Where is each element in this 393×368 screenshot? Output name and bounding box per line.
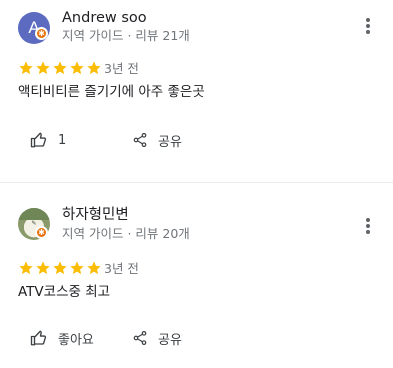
star-icon bbox=[36, 61, 50, 75]
like-button[interactable]: 좋아요 bbox=[30, 326, 94, 350]
review-card: A ✱ Andrew soo 지역 가이드 · 리뷰 21개 3년 전 액티비티… bbox=[0, 0, 393, 180]
star-icon bbox=[70, 261, 84, 275]
reviewer-name[interactable]: Andrew soo bbox=[62, 9, 147, 27]
reviewer-name[interactable]: 하자형민변 bbox=[62, 206, 129, 224]
review-time: 3년 전 bbox=[104, 261, 139, 276]
thumb-up-icon bbox=[30, 132, 47, 148]
star-icon bbox=[87, 261, 101, 275]
local-guide-badge-icon: ✱ bbox=[35, 27, 48, 40]
share-icon bbox=[133, 133, 147, 147]
like-button[interactable]: 1 bbox=[30, 128, 66, 152]
local-guide-badge-icon: ✱ bbox=[35, 226, 48, 239]
star-icon bbox=[53, 61, 67, 75]
share-button[interactable]: 공유 bbox=[132, 326, 182, 350]
divider bbox=[0, 182, 393, 183]
star-icon bbox=[36, 261, 50, 275]
reviewer-meta: 지역 가이드 · 리뷰 21개 bbox=[62, 28, 190, 43]
thumb-up-icon bbox=[30, 330, 47, 346]
star-icon bbox=[87, 61, 101, 75]
review-time: 3년 전 bbox=[104, 61, 139, 76]
star-icon bbox=[19, 261, 33, 275]
share-button[interactable]: 공유 bbox=[132, 128, 182, 152]
like-label: 좋아요 bbox=[58, 332, 94, 348]
reviewer-meta: 지역 가이드 · 리뷰 20개 bbox=[62, 226, 190, 241]
share-label: 공유 bbox=[158, 134, 182, 150]
like-count: 1 bbox=[58, 132, 67, 148]
more-options-icon[interactable] bbox=[360, 216, 376, 236]
review-card: ✎ ✱ 하자형민변 지역 가이드 · 리뷰 20개 3년 전 ATV코스중 최고… bbox=[0, 184, 393, 368]
more-options-icon[interactable] bbox=[360, 16, 376, 36]
review-text: ATV코스중 최고 bbox=[18, 284, 111, 300]
star-rating bbox=[18, 60, 103, 76]
star-icon bbox=[19, 61, 33, 75]
star-rating bbox=[18, 260, 103, 276]
share-icon bbox=[133, 331, 147, 345]
star-icon bbox=[70, 61, 84, 75]
star-icon bbox=[53, 261, 67, 275]
share-label: 공유 bbox=[158, 332, 182, 348]
review-text: 액티비티른 즐기기에 아주 좋은곳 bbox=[18, 84, 205, 100]
